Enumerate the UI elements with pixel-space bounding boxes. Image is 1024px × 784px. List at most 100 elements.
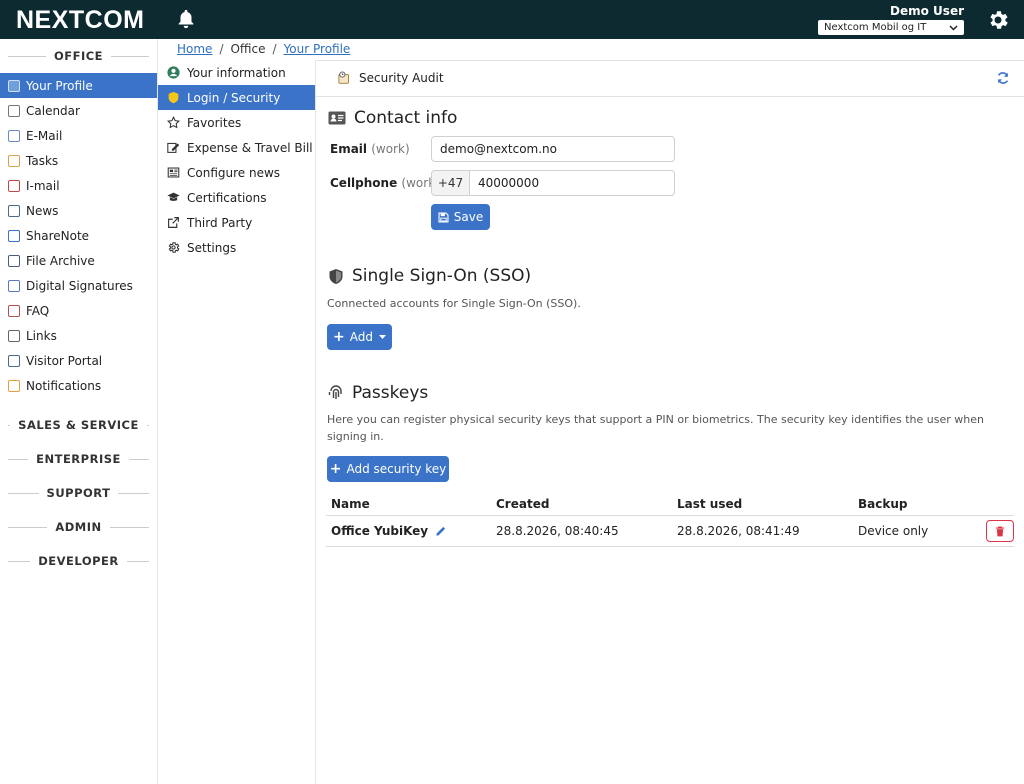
cellphone-label: Cellphone (work) (330, 176, 440, 190)
audit-icon (338, 71, 349, 84)
graduation-icon (167, 191, 180, 204)
leftnav-item-links[interactable]: Links (0, 323, 157, 348)
leftnav-item-label: File Archive (26, 253, 95, 268)
imail-icon (8, 179, 20, 192)
user-name[interactable]: Demo User (890, 4, 964, 18)
bell-icon[interactable] (175, 8, 197, 30)
leftnav-item-label: ShareNote (26, 228, 90, 243)
add-security-key-button[interactable]: + Add security key (327, 456, 449, 482)
subnav-expense-travel[interactable]: Expense & Travel Bill (158, 135, 315, 160)
section-support[interactable]: SUPPORT (0, 476, 157, 510)
leftnav-item-your-profile[interactable]: Your Profile (0, 73, 157, 98)
tasks-icon (8, 154, 20, 167)
profile-subnav: Your information Login / Security Favori… (158, 60, 316, 784)
plus-icon: + (333, 329, 345, 345)
section-admin[interactable]: ADMIN (0, 510, 157, 544)
leftnav-item-label: Notifications (26, 378, 102, 393)
subnav-settings[interactable]: Settings (158, 235, 315, 260)
notifications-icon (8, 379, 20, 392)
country-code-prefix: +47 (431, 170, 470, 196)
links-icon (8, 329, 20, 342)
email-label: Email (work) (330, 142, 410, 156)
passkey-backup: Device only (858, 524, 929, 538)
section-sales-service[interactable]: SALES & SERVICE (0, 408, 157, 442)
top-bar: NEXTCOM Demo User Nextcom Mobil og IT (0, 0, 1024, 39)
external-link-icon (167, 216, 180, 229)
breadcrumb-profile[interactable]: Your Profile (284, 42, 351, 56)
leftnav-item-faq[interactable]: FAQ (0, 298, 157, 323)
left-nav: OFFICE Your Profile Calendar E-Mail Tasks I-… (0, 39, 158, 784)
add-sso-button[interactable]: + Add (327, 324, 392, 350)
calendar-icon (8, 104, 20, 117)
section-developer[interactable]: DEVELOPER (0, 544, 157, 578)
nextcom-logo[interactable]: NEXTCOM (16, 6, 145, 35)
breadcrumb-office: Office (230, 42, 266, 56)
breadcrumb: Home / Office / Your Profile (177, 42, 351, 56)
pencil-icon[interactable] (435, 525, 447, 537)
col-last-used: Last used (677, 496, 743, 511)
profile-icon (8, 79, 20, 92)
leftnav-item-visitor-portal[interactable]: Visitor Portal (0, 348, 157, 373)
leftnav-item-file-archive[interactable]: File Archive (0, 248, 157, 273)
email-icon (8, 129, 20, 142)
main-content: Security Audit Contact info Email (work)… (316, 60, 1024, 784)
shield-icon (328, 268, 344, 285)
file-archive-icon (8, 254, 20, 267)
passkeys-heading: Passkeys (328, 383, 428, 403)
table-header: Name Created Last used Backup (326, 492, 1014, 516)
col-name: Name (331, 496, 370, 511)
cellphone-field[interactable]: 40000000 (469, 170, 675, 196)
faq-icon (8, 304, 20, 317)
user-circle-icon (167, 66, 180, 79)
tab-security-audit[interactable]: Security Audit (338, 71, 444, 85)
passkey-created: 28.8.2026, 08:40:45 (496, 524, 619, 538)
subnav-configure-news[interactable]: Configure news (158, 160, 315, 185)
section-office[interactable]: OFFICE (0, 39, 157, 73)
id-card-icon (328, 111, 346, 125)
company-select[interactable]: Nextcom Mobil og IT (818, 20, 964, 35)
leftnav-item-label: Digital Signatures (26, 278, 133, 293)
leftnav-item-e-mail[interactable]: E-Mail (0, 123, 157, 148)
refresh-icon[interactable] (996, 71, 1010, 85)
section-enterprise[interactable]: ENTERPRISE (0, 442, 157, 476)
subnav-third-party[interactable]: Third Party (158, 210, 315, 235)
subnav-your-information[interactable]: Your information (158, 60, 315, 85)
sso-description: Connected accounts for Single Sign-On (S… (327, 297, 581, 310)
breadcrumb-home[interactable]: Home (177, 42, 212, 56)
leftnav-item-label: News (26, 203, 59, 218)
email-field[interactable]: demo@nextcom.no (431, 136, 675, 162)
leftnav-item-tasks[interactable]: Tasks (0, 148, 157, 173)
leftnav-item-digital-signatures[interactable]: Digital Signatures (0, 273, 157, 298)
caret-down-icon (378, 335, 386, 339)
col-created: Created (496, 496, 550, 511)
leftnav-item-notifications[interactable]: Notifications (0, 373, 157, 398)
leftnav-item-label: Your Profile (26, 78, 93, 93)
delete-passkey-button[interactable] (986, 520, 1014, 542)
visitor-icon (8, 354, 20, 367)
leftnav-item-news[interactable]: News (0, 198, 157, 223)
leftnav-item-label: E-Mail (26, 128, 63, 143)
plus-icon: + (329, 461, 342, 477)
subnav-favorites[interactable]: Favorites (158, 110, 315, 135)
star-icon (167, 116, 180, 129)
leftnav-item-label: Links (26, 328, 57, 343)
tab-bar: Security Audit (316, 60, 1024, 97)
chevron-down-icon (949, 24, 958, 31)
passkeys-description: Here you can register physical security … (327, 413, 984, 443)
sso-heading: Single Sign-On (SSO) (328, 266, 531, 286)
newspaper-icon (167, 166, 180, 179)
news-icon (8, 204, 20, 217)
leftnav-item-label: Visitor Portal (26, 353, 103, 368)
save-button[interactable]: Save (431, 204, 490, 230)
leftnav-item-label: I-mail (26, 178, 60, 193)
leftnav-item-calendar[interactable]: Calendar (0, 98, 157, 123)
shield-icon (167, 91, 180, 104)
leftnav-item-sharenote[interactable]: ShareNote (0, 223, 157, 248)
leftnav-item-i-mail[interactable]: I-mail (0, 173, 157, 198)
signature-icon (8, 279, 20, 292)
gear-icon[interactable] (986, 8, 1010, 32)
save-icon (438, 211, 449, 223)
table-row: Office YubiKey 28.8.2026, 08:40:45 28.8.… (326, 516, 1014, 547)
subnav-certifications[interactable]: Certifications (158, 185, 315, 210)
subnav-login-security[interactable]: Login / Security (158, 85, 315, 110)
